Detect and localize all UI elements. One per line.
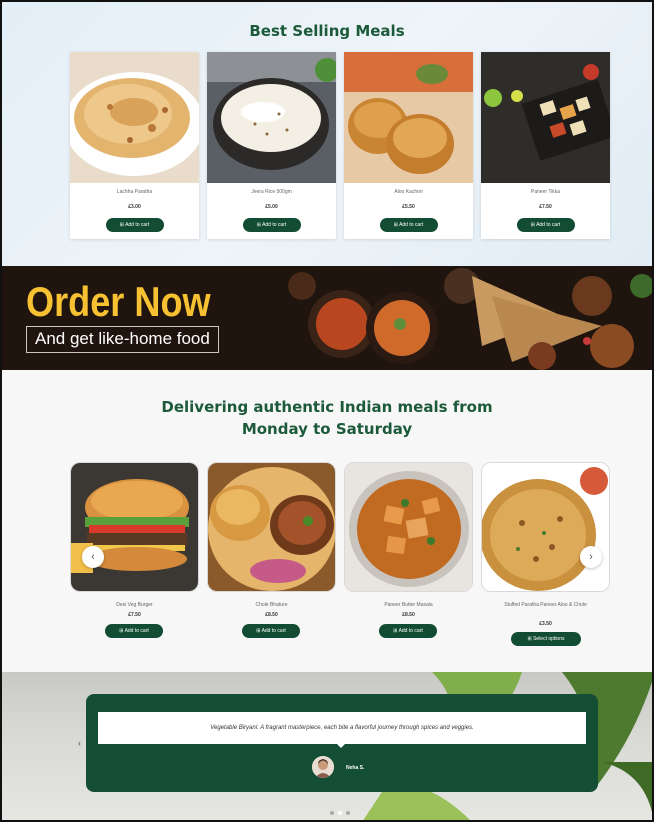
- product-image-veg-burger[interactable]: [70, 462, 199, 592]
- product-name: Aloo Kachori: [394, 189, 423, 195]
- product-card[interactable]: Jeera Rice 500gm £5.00 ⊞ Add to cart: [207, 52, 336, 239]
- testimonial-card: Vegetable Biryani: A fragrant masterpiec…: [86, 694, 598, 792]
- select-options-button[interactable]: ⊞ Select options: [511, 632, 581, 646]
- product-price: £8.50: [265, 612, 278, 618]
- delivering-title: Delivering authentic Indian meals from M…: [2, 396, 652, 440]
- banner-subline: And get like-home food: [26, 326, 219, 353]
- add-to-cart-button[interactable]: ⊞ Add to cart: [242, 218, 301, 232]
- product-price: £3.50: [539, 621, 552, 627]
- order-now-banner[interactable]: Order Now And get like-home food: [2, 266, 652, 370]
- product-image-jeera-rice[interactable]: [207, 52, 336, 183]
- add-to-cart-button[interactable]: ⊞ Add to cart: [379, 218, 438, 232]
- add-to-cart-button[interactable]: ⊞ Add to cart: [242, 624, 300, 638]
- product-image-aloo-kachori[interactable]: [344, 52, 473, 183]
- testimonial-section: ‹ Vegetable Biryani: A fragrant masterpi…: [2, 672, 652, 820]
- carousel-prev-button[interactable]: ‹: [82, 546, 104, 568]
- delivering-section: Delivering authentic Indian meals from M…: [2, 370, 652, 672]
- testimonial-prev-button[interactable]: ‹: [78, 738, 81, 748]
- product-name: Lachha Paratha: [116, 189, 153, 195]
- product-price: £7.50: [128, 612, 141, 618]
- product-image-stuffed-paratha[interactable]: [481, 462, 610, 592]
- avatar: [312, 756, 334, 778]
- product-card[interactable]: Paneer Tikka £7.50 ⊞ Add to cart: [481, 52, 610, 239]
- delivering-title-line1: Delivering authentic Indian meals from: [161, 398, 493, 416]
- chevron-left-icon: ‹: [91, 551, 95, 563]
- product-price: £5.00: [265, 204, 278, 210]
- product-card[interactable]: Aloo Kachori £5.50 ⊞ Add to cart: [344, 52, 473, 239]
- product-image-chole-bhature[interactable]: [207, 462, 336, 592]
- product-name: Stuffed Paratha Paneer Aloo & Chole: [504, 602, 587, 608]
- product-price: £8.50: [402, 612, 415, 618]
- testimonial-quote: Vegetable Biryani: A fragrant masterpiec…: [98, 712, 586, 744]
- product-price: £5.50: [402, 204, 415, 210]
- delivering-title-line2: Monday to Saturday: [241, 420, 413, 438]
- quote-pointer: [336, 743, 346, 748]
- product-price: £7.50: [539, 204, 552, 210]
- pagination-dot[interactable]: [346, 811, 350, 815]
- product-name: Jeera Rice 500gm: [251, 189, 292, 195]
- product-name: Chole Bhature: [255, 602, 288, 608]
- best-selling-section: Best Selling Meals Lachha Paratha £3.00 …: [2, 2, 652, 266]
- carousel-next-button[interactable]: ›: [580, 546, 602, 568]
- product-name: Paneer Butter Masala: [384, 602, 433, 608]
- product-image-paneer-tikka[interactable]: [481, 52, 610, 183]
- add-to-cart-button[interactable]: ⊞ Add to cart: [105, 218, 164, 232]
- banner-text: Order Now And get like-home food: [26, 280, 241, 353]
- product-image-paneer-butter-masala[interactable]: [344, 462, 473, 592]
- banner-headline: Order Now: [26, 278, 211, 325]
- product-image-lachha-paratha[interactable]: [70, 52, 199, 183]
- product-price: £3.00: [128, 204, 141, 210]
- product-name: Desi Veg Burger: [116, 602, 153, 608]
- add-to-cart-button[interactable]: ⊞ Add to cart: [105, 624, 163, 638]
- product-name: Paneer Tikka: [530, 189, 561, 195]
- add-to-cart-button[interactable]: ⊞ Add to cart: [516, 218, 575, 232]
- pagination-dot[interactable]: [330, 811, 334, 815]
- chevron-left-icon: ‹: [78, 738, 81, 748]
- pagination-dot-active[interactable]: [338, 811, 342, 815]
- product-card[interactable]: Lachha Paratha £3.00 ⊞ Add to cart: [70, 52, 199, 239]
- testimonial-author: Neha S.: [346, 765, 365, 771]
- best-selling-title: Best Selling Meals: [249, 22, 405, 40]
- page-frame: Best Selling Meals Lachha Paratha £3.00 …: [0, 0, 654, 822]
- add-to-cart-button[interactable]: ⊞ Add to cart: [379, 624, 437, 638]
- testimonial-pagination: [328, 802, 352, 820]
- chevron-right-icon: ›: [589, 551, 593, 563]
